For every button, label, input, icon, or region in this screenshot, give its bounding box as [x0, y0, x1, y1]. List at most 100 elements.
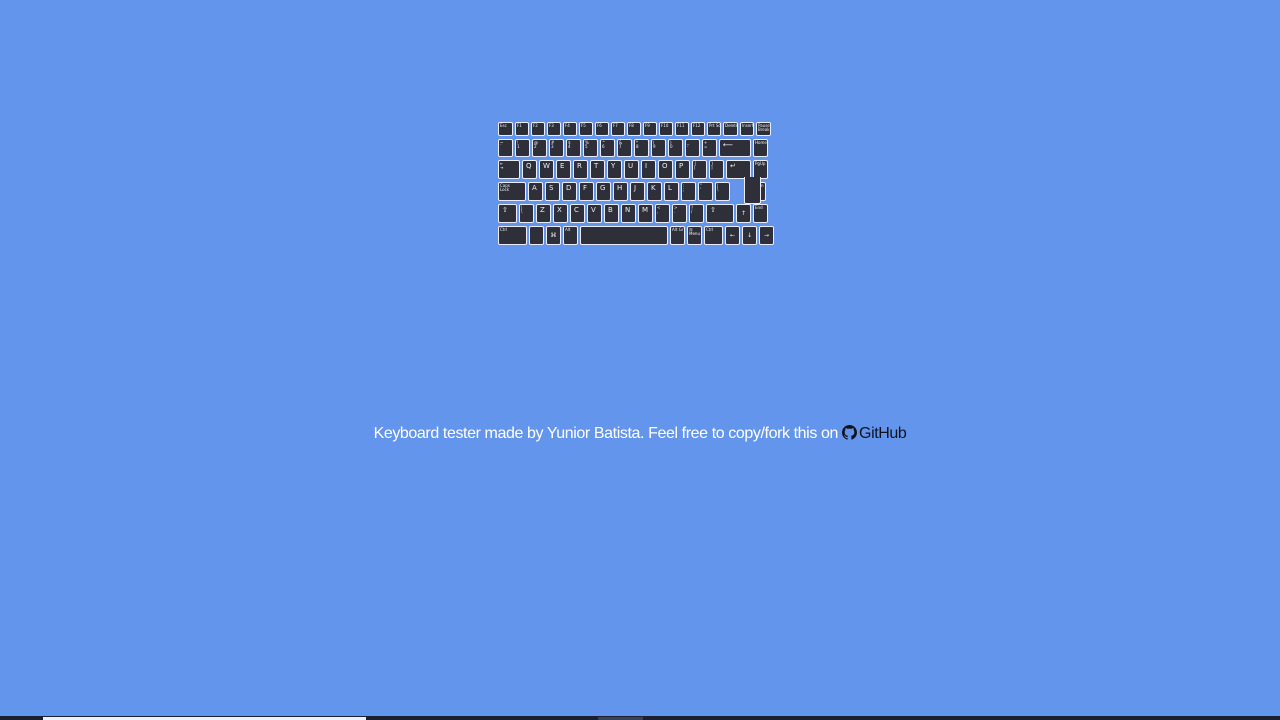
key-digit5[interactable]: % 5	[583, 139, 598, 157]
key-insert[interactable]: Insert	[740, 122, 754, 136]
keyboard-row: Esc F1 F2 F3 F4 F5 F6 F7 F8 F9 F10 F11 F12 Prt Sc Dele…	[498, 122, 771, 136]
key-backtick[interactable]: ~ `	[498, 139, 513, 157]
key-capslock[interactable]: Caps Lock	[498, 182, 526, 201]
key-n[interactable]: N	[621, 204, 636, 223]
key-bracketright[interactable]: } ]	[709, 160, 724, 179]
key-delete[interactable]: Delete	[723, 122, 738, 136]
key-altleft[interactable]: Alt	[563, 226, 578, 245]
key-f6[interactable]: F6	[595, 122, 609, 136]
key-pause[interactable]: Pause Break	[756, 122, 771, 136]
key-l[interactable]: L	[664, 182, 679, 201]
key-arrowdown[interactable]: ↓	[742, 226, 757, 245]
key-arrowright[interactable]: →	[759, 226, 774, 245]
key-digit0[interactable]: ) 0	[668, 139, 683, 157]
key-f11[interactable]: F11	[675, 122, 689, 136]
key-comma[interactable]: < ,	[655, 204, 670, 223]
key-fn[interactable]	[529, 226, 544, 245]
key-end[interactable]: End	[753, 204, 768, 223]
key-c[interactable]: C	[570, 204, 585, 223]
key-v[interactable]: V	[587, 204, 602, 223]
key-slash[interactable]: ? /	[689, 204, 704, 223]
key-backspace[interactable]: ⟵	[719, 139, 751, 157]
key-bracketleft[interactable]: { [	[692, 160, 707, 179]
key-a[interactable]: A	[528, 182, 543, 201]
key-w[interactable]: W	[539, 160, 554, 179]
key-equal[interactable]: + =	[702, 139, 717, 157]
key-digit6[interactable]: ^ 6	[600, 139, 615, 157]
key-label: F	[583, 184, 588, 192]
key-label: K	[651, 184, 656, 192]
key-shiftright[interactable]: ⇧	[706, 204, 734, 223]
key-f9[interactable]: F9	[643, 122, 657, 136]
key-m[interactable]: M	[638, 204, 653, 223]
key-k[interactable]: K	[647, 182, 662, 201]
key-digit3[interactable]: # 3	[549, 139, 564, 157]
key-f12[interactable]: F12	[691, 122, 705, 136]
key-label: V	[591, 206, 596, 214]
key-f3[interactable]: F3	[547, 122, 561, 136]
key-contextmenu[interactable]: ☰ Menu	[687, 226, 702, 245]
key-space[interactable]	[580, 226, 668, 245]
key-arrowup[interactable]: ↑	[736, 204, 751, 223]
key-label: ☰ Menu	[689, 227, 700, 236]
key-digit9[interactable]: ( 9	[651, 139, 666, 157]
key-y[interactable]: Y	[607, 160, 622, 179]
key-h[interactable]: H	[613, 182, 628, 201]
key-home[interactable]: Home	[753, 139, 768, 157]
key-f8[interactable]: F8	[627, 122, 641, 136]
key-label: F6	[597, 123, 602, 128]
key-x[interactable]: X	[553, 204, 568, 223]
key-e[interactable]: E	[556, 160, 571, 179]
key-label: ⇧	[502, 206, 508, 214]
key-altgr[interactable]: Alt Gr	[670, 226, 685, 245]
key-label: & 7	[619, 140, 623, 149]
key-digit7[interactable]: & 7	[617, 139, 632, 157]
key-f7[interactable]: F7	[611, 122, 625, 136]
key-digit4[interactable]: $ 4	[566, 139, 581, 157]
key-tab[interactable]: ⇤ ⇥	[498, 160, 520, 179]
github-link[interactable]: GitHub	[842, 425, 907, 442]
key-f1[interactable]: F1	[515, 122, 529, 136]
key-f5[interactable]: F5	[579, 122, 593, 136]
key-f10[interactable]: F10	[659, 122, 673, 136]
key-q[interactable]: Q	[522, 160, 537, 179]
key-r[interactable]: R	[573, 160, 588, 179]
key-prtsc[interactable]: Prt Sc	[707, 122, 721, 136]
key-label: F11	[677, 123, 685, 128]
key-p[interactable]: P	[675, 160, 690, 179]
key-b[interactable]: B	[604, 204, 619, 223]
key-digit8[interactable]: * 8	[634, 139, 649, 157]
key-ctrlleft[interactable]: Ctrl	[498, 226, 527, 245]
key-label: Y	[611, 162, 616, 170]
key-quote[interactable]: " '	[698, 182, 713, 201]
key-esc[interactable]: Esc	[498, 122, 513, 136]
key-o[interactable]: O	[658, 160, 673, 179]
key-f4[interactable]: F4	[563, 122, 577, 136]
key-ctrlright[interactable]: Ctrl	[704, 226, 723, 245]
key-meta[interactable]: ⌘	[546, 226, 561, 245]
key-f[interactable]: F	[579, 182, 594, 201]
key-d[interactable]: D	[562, 182, 577, 201]
key-u[interactable]: U	[624, 160, 639, 179]
key-label: ↵	[730, 162, 736, 170]
key-j[interactable]: J	[630, 182, 645, 201]
key-i[interactable]: I	[641, 160, 656, 179]
enter-key-lower[interactable]	[744, 177, 761, 204]
key-f2[interactable]: F2	[531, 122, 545, 136]
key-minus[interactable]: _ -	[685, 139, 700, 157]
key-intlbackslash[interactable]: | \	[519, 204, 534, 223]
key-s[interactable]: S	[545, 182, 560, 201]
key-shiftleft[interactable]: ⇧	[498, 204, 517, 223]
key-t[interactable]: T	[590, 160, 605, 179]
key-label: T	[594, 162, 599, 170]
key-z[interactable]: Z	[536, 204, 551, 223]
key-label: { [	[694, 161, 697, 170]
key-backslash[interactable]: | \	[715, 182, 730, 201]
key-digit1[interactable]: ! 1	[515, 139, 530, 157]
key-g[interactable]: G	[596, 182, 611, 201]
key-digit2[interactable]: @ 2	[532, 139, 547, 157]
key-arrowleft[interactable]: ←	[725, 226, 740, 245]
key-semicolon[interactable]: : ;	[681, 182, 696, 201]
github-icon	[842, 425, 858, 440]
key-period[interactable]: > .	[672, 204, 687, 223]
